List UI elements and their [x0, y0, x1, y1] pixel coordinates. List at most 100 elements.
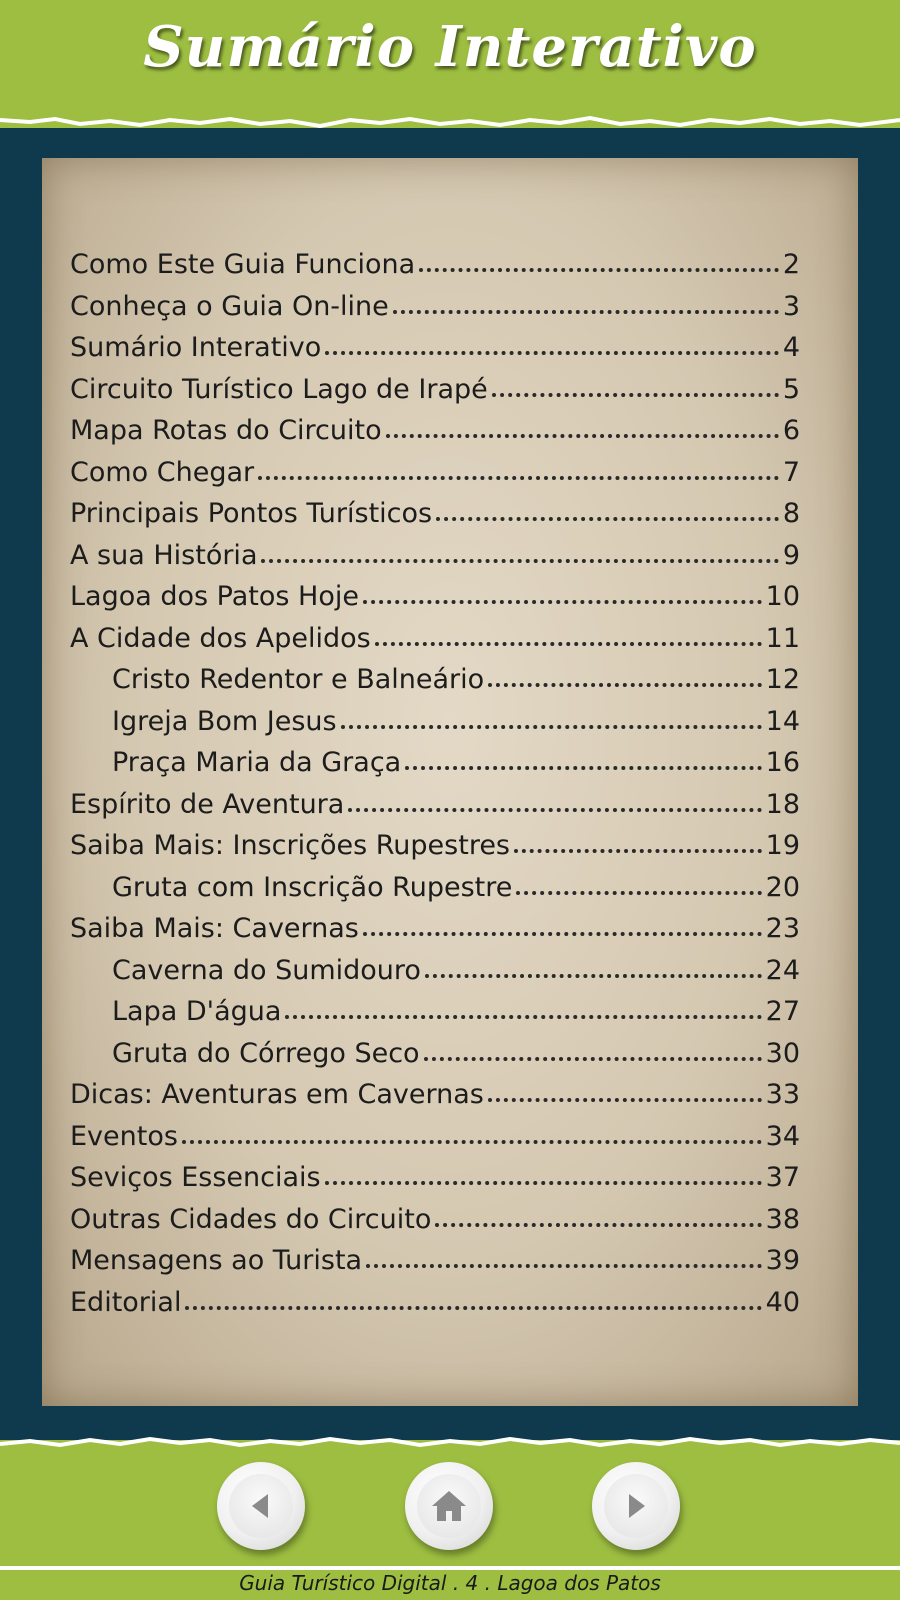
toc-dot-leader: [325, 351, 779, 355]
toc-item-title: Editorial: [70, 1286, 182, 1318]
toc-item[interactable]: Eventos 34: [70, 1112, 800, 1152]
previous-button-face: [229, 1474, 293, 1538]
toc-item[interactable]: Lagoa dos Patos Hoje 10: [70, 572, 800, 612]
toc-item-title: A sua História: [70, 539, 258, 571]
toc-item-title: Saiba Mais: Inscrições Rupestres: [70, 830, 511, 861]
toc-item[interactable]: Como Este Guia Funciona 2: [70, 240, 800, 280]
toc-item[interactable]: Igreja Bom Jesus 14: [112, 697, 800, 737]
toc-dot-leader: [385, 434, 779, 438]
toc-item[interactable]: Circuito Turístico Lago de Irapé 5: [70, 365, 800, 405]
toc-dot-leader: [487, 1098, 762, 1102]
next-button-face: [604, 1474, 668, 1538]
toc-item[interactable]: Saiba Mais: Inscrições Rupestres 19: [70, 821, 800, 861]
toc-item-page: 27: [765, 996, 800, 1027]
toc-item-title: Gruta com Inscrição Rupestre: [112, 871, 513, 903]
toc-item-title: Conheça o Guia On-line: [70, 290, 389, 322]
toc-dot-leader: [435, 1222, 762, 1227]
toc-item-title: Circuito Turístico Lago de Irapé: [70, 373, 488, 405]
toc-item-title: Mensagens ao Turista: [70, 1245, 363, 1276]
toc-item[interactable]: Mapa Rotas do Circuito 6: [70, 406, 800, 446]
torn-paper-edge-bottom: [0, 1436, 900, 1458]
toc-dot-leader: [340, 724, 762, 729]
toc-item-page: 8: [782, 498, 800, 529]
toc-item-title: A Cidade dos Apelidos: [70, 622, 371, 654]
toc-item-page: 12: [765, 664, 800, 695]
toc-item[interactable]: Cristo Redentor e Balneário 12: [112, 655, 800, 695]
toc-item[interactable]: Gruta com Inscrição Rupestre 20: [112, 863, 800, 903]
toc-item-title: Caverna do Sumidouro: [112, 954, 421, 986]
toc-item-title: Outras Cidades do Circuito: [70, 1203, 432, 1235]
toc-item[interactable]: A Cidade dos Apelidos 11: [70, 614, 800, 654]
toc-item-page: 40: [765, 1286, 800, 1318]
toc-item[interactable]: Editorial 40: [70, 1278, 800, 1318]
toc-item-title: Como Chegar: [70, 456, 255, 488]
toc-item[interactable]: Outras Cidades do Circuito 38: [70, 1195, 800, 1235]
toc-item-title: Praça Maria da Graça: [112, 747, 402, 778]
toc-dot-leader: [423, 1056, 762, 1061]
home-button[interactable]: [405, 1462, 493, 1550]
previous-page-button[interactable]: [217, 1462, 305, 1550]
toc-item-title: Mapa Rotas do Circuito: [70, 415, 382, 446]
toc-item[interactable]: Saiba Mais: Cavernas 23: [70, 904, 800, 944]
toc-item-page: 20: [765, 871, 800, 903]
toc-item-page: 30: [765, 1037, 800, 1069]
home-button-face: [417, 1474, 481, 1538]
footer-caption: Guia Turístico Digital . 4 . Lagoa dos P…: [239, 1571, 661, 1595]
toc-item[interactable]: Principais Pontos Turísticos 8: [70, 489, 800, 529]
toc-dot-leader: [362, 600, 762, 604]
toc-item[interactable]: Conheça o Guia On-line 3: [70, 282, 800, 322]
toc-item[interactable]: Espírito de Aventura 18: [70, 780, 800, 820]
toc-dot-leader: [374, 641, 762, 646]
toc-dot-leader: [285, 1015, 762, 1019]
toc-item-title: Igreja Bom Jesus: [112, 705, 337, 737]
toc-item-title: Seviços Essenciais: [70, 1162, 321, 1193]
toc-dot-leader: [181, 1139, 762, 1144]
toc-item[interactable]: Como Chegar 7: [70, 448, 800, 488]
toc-item-page: 4: [782, 332, 800, 363]
toc-item-page: 6: [782, 415, 800, 446]
home-icon: [432, 1491, 466, 1521]
toc-item-title: Espírito de Aventura: [70, 788, 345, 820]
toc-item-page: 37: [765, 1162, 800, 1193]
toc-item[interactable]: Sumário Interativo 4: [70, 323, 800, 363]
toc-item-page: 2: [782, 249, 800, 280]
toc-dot-leader: [514, 849, 762, 853]
toc-item[interactable]: Gruta do Córrego Seco 30: [112, 1029, 800, 1069]
toc-dot-leader: [424, 973, 762, 978]
toc-item-title: Principais Pontos Turísticos: [70, 498, 433, 529]
toc-item[interactable]: Caverna do Sumidouro 24: [112, 946, 800, 986]
page-title: Sumário Interativo: [143, 14, 757, 80]
toc-item-page: 24: [765, 954, 800, 986]
toc-item-title: Saiba Mais: Cavernas: [70, 913, 359, 944]
toc-item[interactable]: Praça Maria da Graça 16: [112, 738, 800, 778]
toc-item-page: 9: [782, 539, 800, 571]
toc-dot-leader: [419, 268, 779, 272]
toc-dot-leader: [436, 517, 779, 521]
toc-item-page: 33: [765, 1079, 800, 1110]
toc-item-page: 14: [765, 705, 800, 737]
toc-item[interactable]: A sua História 9: [70, 531, 800, 571]
toc-item-page: 23: [765, 913, 800, 944]
toc-item-page: 39: [765, 1245, 800, 1276]
toc-item-title: Gruta do Córrego Seco: [112, 1037, 420, 1069]
toc-item-page: 11: [765, 622, 800, 654]
toc-item-title: Como Este Guia Funciona: [70, 249, 416, 280]
toc-dot-leader: [491, 392, 779, 397]
footer-divider: [0, 1566, 900, 1570]
toc-item-title: Dicas: Aventuras em Cavernas: [70, 1079, 484, 1110]
toc-item[interactable]: Lapa D'água 27: [112, 987, 800, 1027]
toc-dot-leader: [348, 807, 762, 812]
toc-dot-leader: [392, 309, 779, 314]
toc-item-title: Sumário Interativo: [70, 332, 322, 363]
toc-item-page: 3: [782, 290, 800, 322]
toc-item-title: Lapa D'água: [112, 996, 282, 1027]
toc-item[interactable]: Mensagens ao Turista 39: [70, 1236, 800, 1276]
toc-item-title: Lagoa dos Patos Hoje: [70, 581, 359, 612]
toc-item[interactable]: Dicas: Aventuras em Cavernas 33: [70, 1070, 800, 1110]
toc-item-page: 7: [782, 456, 800, 488]
next-page-button[interactable]: [592, 1462, 680, 1550]
toc-item[interactable]: Seviços Essenciais 37: [70, 1153, 800, 1193]
table-of-contents-panel: Como Este Guia Funciona 2 Conheça o Guia O…: [42, 158, 858, 1406]
toc-dot-leader: [488, 683, 762, 687]
arrow-left-icon: [252, 1494, 268, 1518]
